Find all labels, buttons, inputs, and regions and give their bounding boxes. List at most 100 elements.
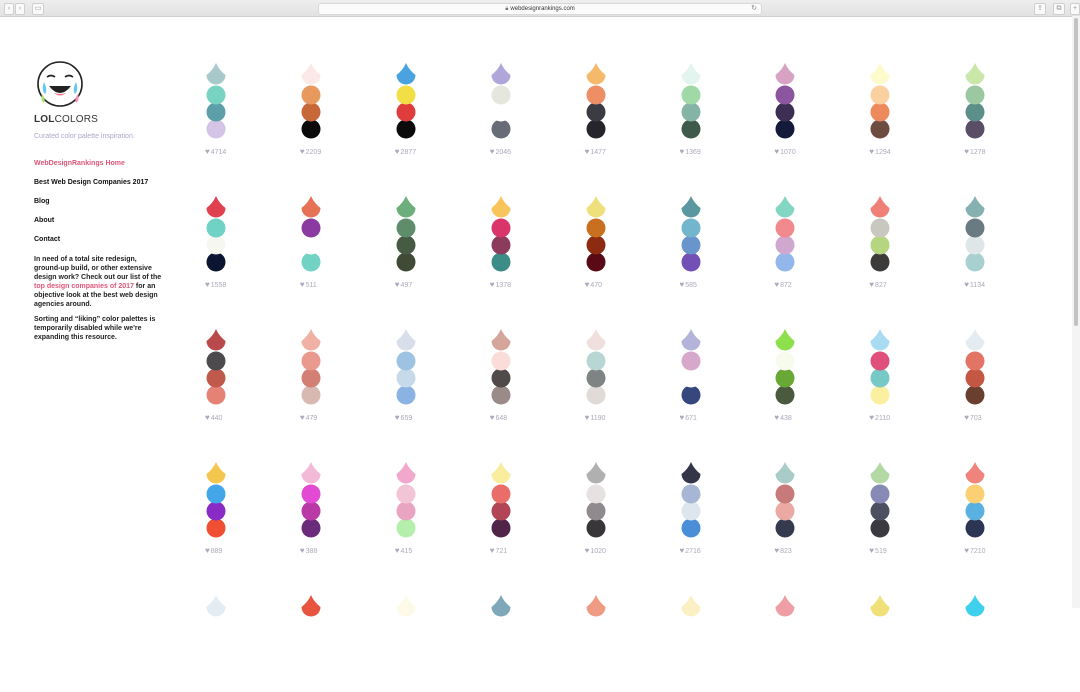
color-swatch[interactable] <box>775 218 795 238</box>
color-swatch[interactable] <box>586 102 606 122</box>
color-swatch[interactable] <box>396 518 416 538</box>
color-swatch[interactable] <box>206 368 226 388</box>
color-swatch[interactable] <box>965 218 985 238</box>
color-swatch[interactable] <box>301 368 321 388</box>
color-swatch[interactable] <box>206 102 226 122</box>
like-count[interactable]: ♥703 <box>964 413 981 422</box>
color-swatch[interactable] <box>396 196 416 218</box>
color-swatch[interactable] <box>775 252 795 272</box>
color-swatch[interactable] <box>301 329 321 351</box>
color-swatch[interactable] <box>586 518 606 538</box>
like-count[interactable]: ♥823 <box>774 546 791 555</box>
palette-card[interactable]: ♥721 <box>481 459 521 559</box>
color-swatch[interactable] <box>396 368 416 388</box>
color-swatch[interactable] <box>775 235 795 255</box>
color-swatch[interactable] <box>775 518 795 538</box>
heart-icon[interactable]: ♥ <box>869 147 874 156</box>
palette-card[interactable]: ♥2877 <box>386 60 426 160</box>
color-swatch[interactable] <box>301 85 321 105</box>
heart-icon[interactable]: ♥ <box>205 546 210 555</box>
palette-card[interactable]: ♥671 <box>671 326 711 426</box>
color-swatch[interactable] <box>206 518 226 538</box>
heart-icon[interactable]: ♥ <box>490 147 495 156</box>
heart-icon[interactable]: ♥ <box>490 280 495 289</box>
heart-icon[interactable]: ♥ <box>300 280 305 289</box>
color-swatch[interactable] <box>301 252 321 272</box>
color-swatch[interactable] <box>775 329 795 351</box>
color-swatch[interactable] <box>491 518 511 538</box>
color-swatch[interactable] <box>965 518 985 538</box>
color-swatch[interactable] <box>775 368 795 388</box>
color-swatch[interactable] <box>586 501 606 521</box>
palette-card[interactable] <box>196 592 236 692</box>
color-swatch[interactable] <box>681 329 700 351</box>
palette-card[interactable]: ♥7210 <box>955 459 995 559</box>
color-swatch[interactable] <box>775 102 795 122</box>
color-swatch[interactable] <box>775 501 795 521</box>
color-swatch[interactable] <box>775 351 795 371</box>
palette-card[interactable]: ♥479 <box>291 326 331 426</box>
color-swatch[interactable] <box>396 235 416 255</box>
color-swatch[interactable] <box>965 462 985 484</box>
color-swatch[interactable] <box>301 518 321 538</box>
color-swatch[interactable] <box>965 501 985 521</box>
color-swatch[interactable] <box>870 252 890 272</box>
color-swatch[interactable] <box>681 85 700 105</box>
like-count[interactable]: ♥827 <box>869 280 886 289</box>
like-count[interactable]: ♥1294 <box>869 147 890 156</box>
color-swatch[interactable] <box>965 368 985 388</box>
color-swatch[interactable] <box>206 462 226 484</box>
color-swatch[interactable] <box>586 329 606 351</box>
like-count[interactable]: ♥2209 <box>300 147 321 156</box>
scrollbar[interactable] <box>1072 16 1080 608</box>
color-swatch[interactable] <box>870 484 890 504</box>
color-swatch[interactable] <box>301 385 321 405</box>
heart-icon[interactable]: ♥ <box>774 147 779 156</box>
color-swatch[interactable] <box>396 63 416 85</box>
color-swatch[interactable] <box>206 385 226 405</box>
palette-card[interactable]: ♥827 <box>860 193 900 293</box>
color-swatch[interactable] <box>206 351 226 371</box>
color-swatch[interactable] <box>586 119 606 139</box>
palette-card[interactable] <box>860 592 900 692</box>
color-swatch[interactable] <box>586 218 606 238</box>
color-swatch[interactable] <box>681 196 700 218</box>
heart-icon[interactable]: ♥ <box>585 147 590 156</box>
heart-icon[interactable]: ♥ <box>490 546 495 555</box>
like-count[interactable]: ♥479 <box>300 413 317 422</box>
color-swatch[interactable] <box>681 484 700 504</box>
color-swatch[interactable] <box>586 484 606 504</box>
palette-card[interactable]: ♥889 <box>196 459 236 559</box>
heart-icon[interactable]: ♥ <box>680 147 685 156</box>
heart-icon[interactable]: ♥ <box>774 546 779 555</box>
color-swatch[interactable] <box>870 235 890 255</box>
color-swatch[interactable] <box>396 484 416 504</box>
like-count[interactable]: ♥470 <box>585 280 602 289</box>
heart-icon[interactable]: ♥ <box>395 280 400 289</box>
color-swatch[interactable] <box>586 368 606 388</box>
like-count[interactable]: ♥1378 <box>490 280 511 289</box>
color-swatch[interactable] <box>681 501 700 521</box>
heart-icon[interactable]: ♥ <box>395 147 400 156</box>
color-swatch[interactable] <box>491 196 511 218</box>
palette-card[interactable]: ♥1190 <box>576 326 616 426</box>
color-swatch[interactable] <box>491 235 511 255</box>
color-swatch[interactable] <box>965 119 985 139</box>
like-count[interactable]: ♥388 <box>300 546 317 555</box>
like-count[interactable]: ♥872 <box>774 280 791 289</box>
heart-icon[interactable]: ♥ <box>395 413 400 422</box>
like-count[interactable]: ♥648 <box>490 413 507 422</box>
palette-card[interactable]: ♥519 <box>860 459 900 559</box>
color-swatch[interactable] <box>491 484 511 504</box>
color-swatch[interactable] <box>965 196 985 218</box>
color-swatch[interactable] <box>586 252 606 272</box>
color-swatch[interactable] <box>491 595 511 617</box>
color-swatch[interactable] <box>775 63 795 85</box>
like-count[interactable]: ♥415 <box>395 546 412 555</box>
like-count[interactable]: ♥1190 <box>585 413 606 422</box>
palette-card[interactable]: ♥2046 <box>481 60 521 160</box>
palette-card[interactable] <box>671 592 711 692</box>
palette-card[interactable]: ♥1134 <box>955 193 995 293</box>
like-count[interactable]: ♥671 <box>680 413 697 422</box>
like-count[interactable]: ♥2110 <box>869 413 890 422</box>
